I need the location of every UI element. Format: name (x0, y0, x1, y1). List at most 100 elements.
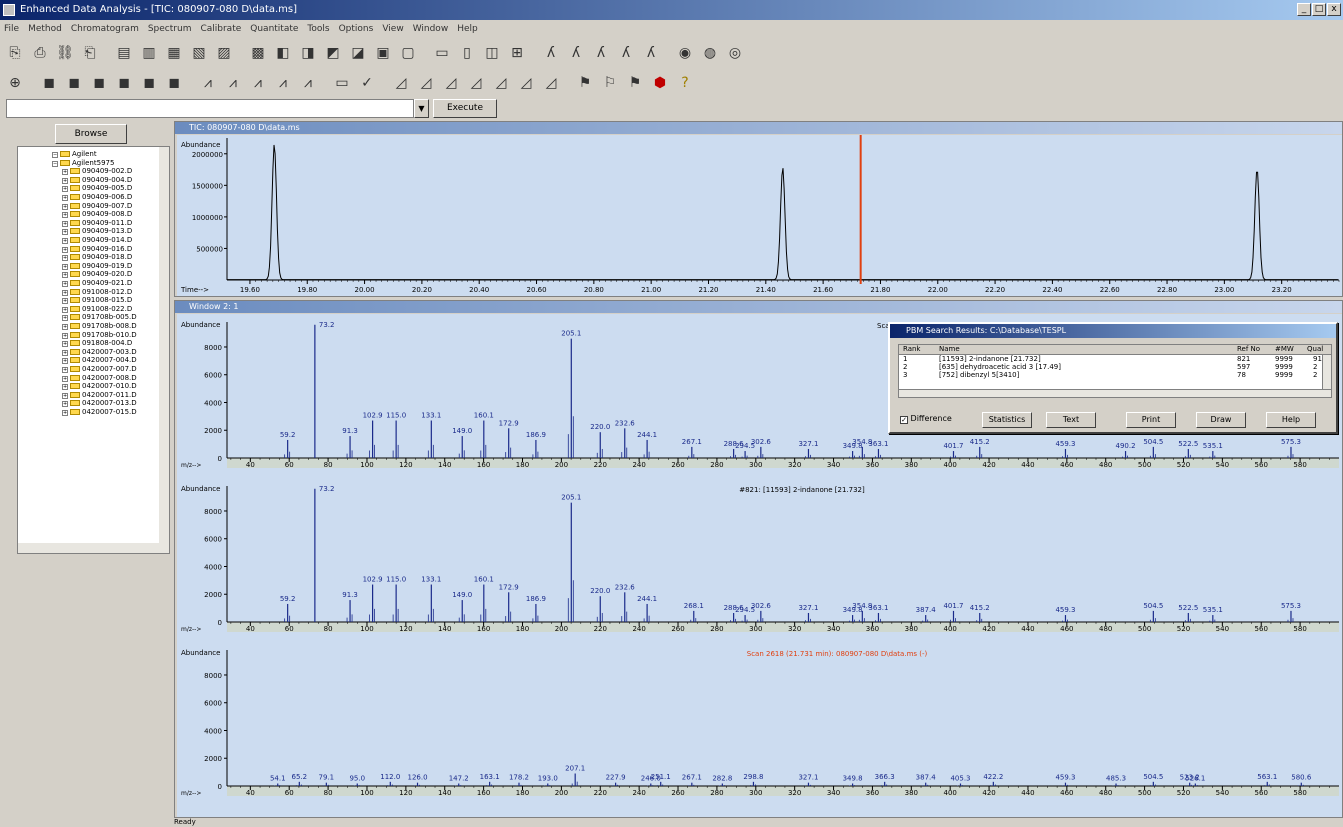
chrom-icon[interactable]: ▤ (113, 42, 135, 64)
print-button[interactable]: Print (1126, 412, 1176, 428)
tree-item[interactable]: +0420007-015.D (62, 408, 137, 416)
zoom-icon[interactable]: ⊞ (506, 42, 528, 64)
peak-icon[interactable]: ◧ (272, 42, 294, 64)
report-icon[interactable]: ▩ (247, 42, 269, 64)
a3-icon[interactable]: ʎ (590, 42, 612, 64)
expand-icon[interactable]: + (62, 375, 68, 382)
b5-icon[interactable]: ◼ (138, 72, 160, 94)
menu-item-calibrate[interactable]: Calibrate (200, 24, 241, 34)
expand-icon[interactable]: + (62, 367, 68, 373)
chart5-icon[interactable]: ◿ (490, 72, 512, 94)
expand-icon[interactable]: + (62, 358, 68, 365)
peak2-icon[interactable]: ⩘ (272, 72, 294, 94)
menu-item-quantitate[interactable]: Quantitate (250, 24, 298, 34)
tree-item[interactable]: +090409-014.D (62, 236, 132, 244)
menu-item-tools[interactable]: Tools (307, 24, 329, 34)
tree-item[interactable]: +091708b-005.D (62, 313, 137, 322)
tree-item[interactable]: +090409-008.D (62, 210, 132, 219)
integrate-icon[interactable]: ▦ (163, 42, 185, 64)
expand-icon[interactable]: + (62, 229, 68, 236)
expand-icon[interactable]: + (62, 384, 68, 391)
link-icon[interactable]: ⛓ (54, 42, 76, 64)
statistics-button[interactable]: Statistics (982, 412, 1032, 428)
tree-item[interactable]: +090409-021.D (62, 279, 132, 287)
overlay-icon[interactable]: ◫ (481, 42, 503, 64)
expand-icon[interactable]: + (62, 195, 68, 201)
a4-icon[interactable]: ʎ (615, 42, 637, 64)
tree-item[interactable]: +090409-002.D (62, 167, 132, 176)
expand-icon[interactable]: + (62, 332, 68, 339)
results-table[interactable]: Rank Name Ref No #MW Qual 1 [11593] 2-ind… (898, 344, 1332, 398)
tree-item[interactable]: − Agilent (52, 150, 97, 158)
maximize-button[interactable]: □ (1312, 3, 1326, 16)
minimize-button[interactable]: _ (1297, 3, 1311, 16)
expand-icon[interactable]: + (62, 324, 68, 330)
col-mw[interactable]: #MW (1275, 345, 1294, 354)
table-icon[interactable]: ▣ (372, 42, 394, 64)
tree-item[interactable]: +091008-022.D (62, 305, 132, 313)
expand-icon[interactable]: + (62, 263, 68, 270)
chart7-icon[interactable]: ◿ (540, 72, 562, 94)
scale2-icon[interactable]: ⩘ (222, 72, 244, 94)
help-icon[interactable]: ? (674, 72, 696, 94)
menu-item-spectrum[interactable]: Spectrum (148, 24, 192, 34)
col-name[interactable]: Name (939, 345, 960, 354)
expand-icon[interactable]: + (62, 212, 68, 219)
tree-item[interactable]: +0420007-011.D (62, 391, 137, 399)
expand-icon[interactable]: + (62, 315, 68, 322)
result-row[interactable]: 1 [11593] 2-indanone [21.732] 821 9999 91 (899, 355, 1331, 363)
calib-icon[interactable]: ◨ (297, 42, 319, 64)
b3-icon[interactable]: ◼ (88, 72, 110, 94)
checkbox-icon[interactable]: ✓ (900, 416, 908, 424)
peak1-icon[interactable]: ⩘ (247, 72, 269, 94)
expand-icon[interactable]: + (62, 169, 68, 176)
flag-icon[interactable]: ⚑ (574, 72, 596, 94)
execute-button[interactable]: Execute (433, 99, 497, 118)
window-icon[interactable]: ▯ (456, 42, 478, 64)
expand-icon[interactable]: + (62, 203, 68, 210)
help-button[interactable]: Help (1266, 412, 1316, 428)
menu-item-view[interactable]: View (382, 24, 403, 34)
tree-item[interactable]: +0420007-004.D (62, 356, 137, 365)
menu-item-options[interactable]: Options (339, 24, 374, 34)
tree-item[interactable]: +090409-020.D (62, 270, 132, 279)
frame-icon[interactable]: ▭ (331, 72, 353, 94)
menu-item-chromatogram[interactable]: Chromatogram (71, 24, 139, 34)
text-button[interactable]: Text (1046, 412, 1096, 428)
a2-icon[interactable]: ʎ (565, 42, 587, 64)
b1-icon[interactable]: ◼ (38, 72, 60, 94)
tune-icon[interactable]: ▨ (213, 42, 235, 64)
tree-item[interactable]: +090409-018.D (62, 253, 132, 262)
result-row[interactable]: 3 [752] dibenzyl 5[3410] 78 9999 2 (899, 371, 1331, 379)
tree-item[interactable]: − Agilent5975 (52, 159, 114, 167)
save-icon[interactable]: ⎙ (29, 42, 51, 64)
spec-icon[interactable]: ▥ (138, 42, 160, 64)
doc-icon[interactable]: ▢ (397, 42, 419, 64)
scale1-icon[interactable]: ⩘ (197, 72, 219, 94)
flag2-icon[interactable]: ⚐ (599, 72, 621, 94)
tree-item[interactable]: +090409-011.D (62, 219, 132, 227)
expand-icon[interactable]: + (62, 410, 68, 416)
network-icon[interactable]: ◎ (724, 42, 746, 64)
tree-item[interactable]: +090409-006.D (62, 193, 132, 201)
tree-item[interactable]: +090409-013.D (62, 227, 132, 236)
expand-icon[interactable]: + (62, 281, 68, 287)
flag3-icon[interactable]: ⚑ (624, 72, 646, 94)
chart3-icon[interactable]: ◿ (440, 72, 462, 94)
signal-icon[interactable]: ▭ (431, 42, 453, 64)
target-icon[interactable]: ⊕ (4, 72, 26, 94)
expand-icon[interactable]: + (62, 246, 68, 253)
menu-item-file[interactable]: File (4, 24, 19, 34)
expand-icon[interactable]: + (62, 220, 68, 227)
tree-item[interactable]: +090409-004.D (62, 176, 132, 184)
tree-item[interactable]: +090409-016.D (62, 245, 132, 253)
browse-button[interactable]: Browse (55, 124, 127, 144)
chart1-icon[interactable]: ◿ (390, 72, 412, 94)
close-button[interactable]: x (1327, 3, 1341, 16)
expand-icon[interactable]: − (52, 152, 58, 158)
expand-icon[interactable]: + (62, 186, 68, 193)
expand-icon[interactable]: + (62, 349, 68, 356)
sync-icon[interactable]: ◉ (674, 42, 696, 64)
b6-icon[interactable]: ◼ (163, 72, 185, 94)
load-icon[interactable]: ⎘ (4, 42, 26, 64)
